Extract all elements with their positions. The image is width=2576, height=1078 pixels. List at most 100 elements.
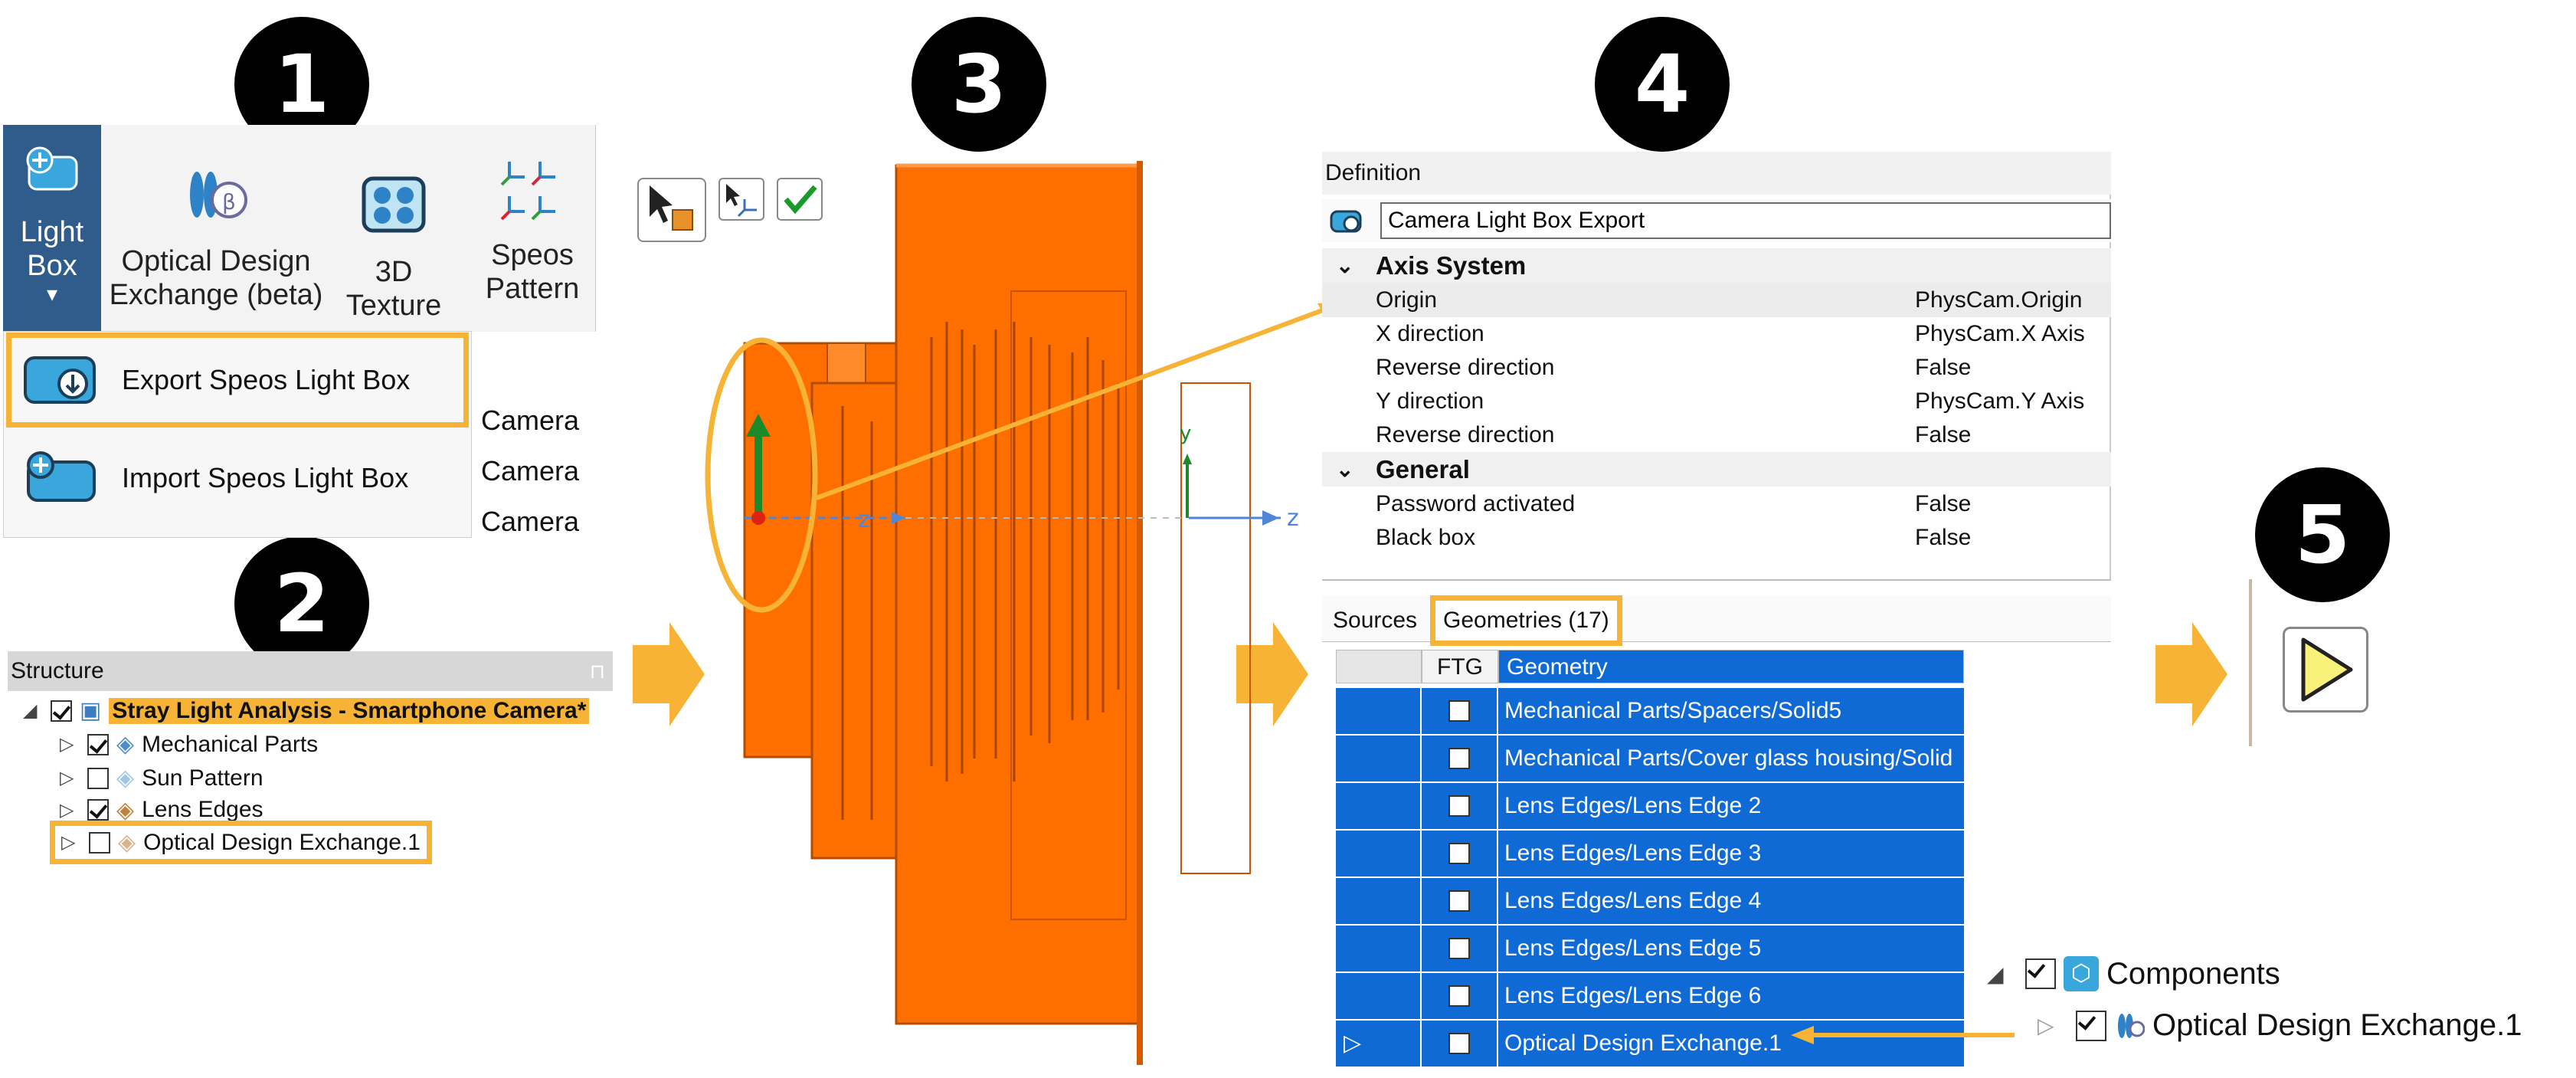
row-header-cell[interactable]	[1336, 736, 1422, 781]
ftg-checkbox[interactable]	[1448, 700, 1470, 722]
speos-pattern-button[interactable]: Speos Pattern	[475, 125, 590, 332]
ftg-cell	[1422, 831, 1498, 876]
tree-item-optical-design-exchange[interactable]: ▷ ◈ Optical Design Exchange.1	[50, 821, 432, 864]
ftg-cell	[1422, 783, 1498, 829]
checkbox[interactable]	[2025, 958, 2056, 989]
optical-design-exchange-button[interactable]: β Optical Design Exchange (beta)	[109, 125, 323, 332]
tree-item-optical-design-exchange[interactable]: ▷ Optical Design Exchange.1	[2038, 1008, 2522, 1043]
run-button[interactable]	[2283, 627, 2368, 713]
3d-texture-button[interactable]: 3D Texture	[332, 125, 455, 332]
ftg-checkbox[interactable]	[1448, 795, 1470, 817]
optical-design-icon: β	[190, 172, 247, 218]
property-row-reverse-direction[interactable]: Reverse direction False	[1322, 418, 2111, 452]
3d-texture-label: 3D Texture	[345, 256, 442, 322]
menu-item-export-speos-light-box[interactable]: Export Speos Light Box	[6, 333, 469, 428]
import-light-box-icon	[27, 451, 96, 502]
ftg-checkbox[interactable]	[1448, 843, 1470, 864]
geometry-row[interactable]: Lens Edges/Lens Edge 2	[1336, 783, 1964, 829]
tree-item-sun-pattern[interactable]: ▷ ◈ Sun Pattern	[60, 765, 263, 791]
property-row-reverse-direction[interactable]: Reverse direction False	[1322, 350, 2111, 385]
geometry-row[interactable]: Lens Edges/Lens Edge 5	[1336, 926, 1964, 972]
tab-geometries[interactable]: Geometries (17)	[1430, 595, 1622, 646]
tree-item-lens-edges[interactable]: ▷ ◈ Lens Edges	[60, 797, 263, 823]
checkbox[interactable]	[87, 799, 109, 821]
pin-icon[interactable]: ⊓	[590, 651, 605, 691]
definition-name-field[interactable]	[1380, 202, 2111, 239]
expand-icon[interactable]: ▷	[60, 767, 80, 789]
geometry-row[interactable]: Lens Edges/Lens Edge 3	[1336, 831, 1964, 876]
row-header-cell[interactable]	[1336, 688, 1422, 734]
tree-item-mechanical-parts[interactable]: ▷ ◈ Mechanical Parts	[60, 731, 318, 758]
column-header-geometry[interactable]: Geometry	[1498, 650, 1964, 683]
light-box-label-1: Light	[20, 216, 84, 248]
expand-icon[interactable]: ▷	[60, 799, 80, 821]
tree-item-label: Optical Design Exchange.1	[143, 829, 421, 855]
checkbox[interactable]	[87, 767, 109, 789]
menu-item-import-speos-light-box[interactable]: Import Speos Light Box	[11, 436, 463, 520]
step-badge-5: 5	[2255, 467, 2390, 602]
3d-texture-icon	[362, 176, 426, 233]
row-header-cell[interactable]	[1336, 783, 1422, 829]
geometry-cell: Lens Edges/Lens Edge 6	[1504, 983, 1762, 1008]
light-box-icon	[26, 146, 78, 191]
property-row-x-direction[interactable]: X direction PhysCam.X Axis	[1322, 316, 2111, 351]
ftg-cell	[1422, 1021, 1498, 1067]
row-expand-icon[interactable]: ▷	[1336, 1021, 1422, 1067]
collapse-icon[interactable]: ◢	[1987, 962, 2018, 987]
optical-design-label-2: Exchange (beta)	[109, 279, 323, 311]
geometry-row[interactable]: Mechanical Parts/Cover glass housing/Sol…	[1336, 736, 1964, 781]
geometry-cell: Lens Edges/Lens Edge 3	[1504, 840, 1762, 866]
ftg-checkbox[interactable]	[1448, 748, 1470, 769]
step-badge-3: 3	[912, 17, 1046, 152]
column-header-ftg[interactable]: FTG	[1422, 650, 1498, 683]
light-box-button[interactable]: Light Box ▾	[3, 125, 101, 332]
step-badge-4: 4	[1595, 17, 1730, 152]
checkbox[interactable]	[51, 700, 72, 722]
group-axis-system[interactable]: ⌄ Axis System	[1322, 248, 2111, 283]
expand-icon[interactable]: ▷	[2038, 1013, 2068, 1038]
expand-icon[interactable]: ▷	[60, 733, 80, 755]
tab-sources[interactable]: Sources	[1325, 601, 1425, 641]
ftg-checkbox[interactable]	[1448, 985, 1470, 1007]
expand-icon[interactable]: ▷	[61, 831, 81, 854]
tree-item-components[interactable]: ◢ ⬡ Components	[1987, 956, 2280, 991]
ftg-checkbox[interactable]	[1448, 938, 1470, 959]
collapse-icon[interactable]: ◢	[23, 700, 43, 722]
property-row-black-box[interactable]: Black box False	[1322, 520, 2111, 555]
property-row-y-direction[interactable]: Y direction PhysCam.Y Axis	[1322, 384, 2111, 418]
property-row-origin[interactable]: Origin PhysCam.Origin	[1322, 283, 2111, 317]
ftg-checkbox[interactable]	[1448, 890, 1470, 912]
group-general[interactable]: ⌄ General	[1322, 452, 2111, 487]
checkbox[interactable]	[2076, 1010, 2106, 1041]
tree-item-root[interactable]: ◢ ▣ Stray Light Analysis - Smartphone Ca…	[23, 697, 590, 724]
geometry-row[interactable]: Lens Edges/Lens Edge 6	[1336, 973, 1964, 1019]
property-row-password-activated[interactable]: Password activated False	[1322, 487, 2111, 521]
chevron-down-icon[interactable]: ⌄	[1336, 248, 1353, 283]
row-header-cell[interactable]	[1336, 831, 1422, 876]
row-header-cell[interactable]	[1336, 973, 1422, 1019]
link-arrow	[1791, 1026, 2015, 1044]
components-icon: ⬡	[2064, 956, 2099, 991]
speos-pattern-icon	[500, 162, 555, 221]
chevron-down-icon[interactable]: ⌄	[1336, 452, 1353, 487]
row-header-cell[interactable]	[1336, 878, 1422, 924]
geometry-cell: Mechanical Parts/Cover glass housing/Sol…	[1504, 745, 1953, 771]
components-label: Components	[2106, 956, 2280, 991]
component-label: Optical Design Exchange.1	[2152, 1008, 2522, 1042]
checkbox[interactable]	[89, 831, 110, 854]
checkbox[interactable]	[87, 733, 109, 755]
ftg-checkbox[interactable]	[1448, 1033, 1470, 1054]
light-box-icon	[1330, 210, 1362, 233]
assembly-icon: ▣	[80, 698, 102, 723]
flow-arrow-icon	[2155, 622, 2227, 726]
optical-design-icon	[2118, 1013, 2145, 1038]
play-icon	[2301, 637, 2353, 702]
ftg-cell	[1422, 878, 1498, 924]
row-header-cell[interactable]	[1336, 926, 1422, 972]
light-box-label-2: Box	[27, 250, 77, 282]
geometry-row[interactable]: Lens Edges/Lens Edge 4	[1336, 878, 1964, 924]
geometry-row[interactable]: Mechanical Parts/Spacers/Solid5	[1336, 688, 1964, 734]
ftg-cell	[1422, 736, 1498, 781]
part-icon: ◈	[116, 765, 135, 791]
import-speos-light-box-label: Import Speos Light Box	[122, 462, 409, 493]
